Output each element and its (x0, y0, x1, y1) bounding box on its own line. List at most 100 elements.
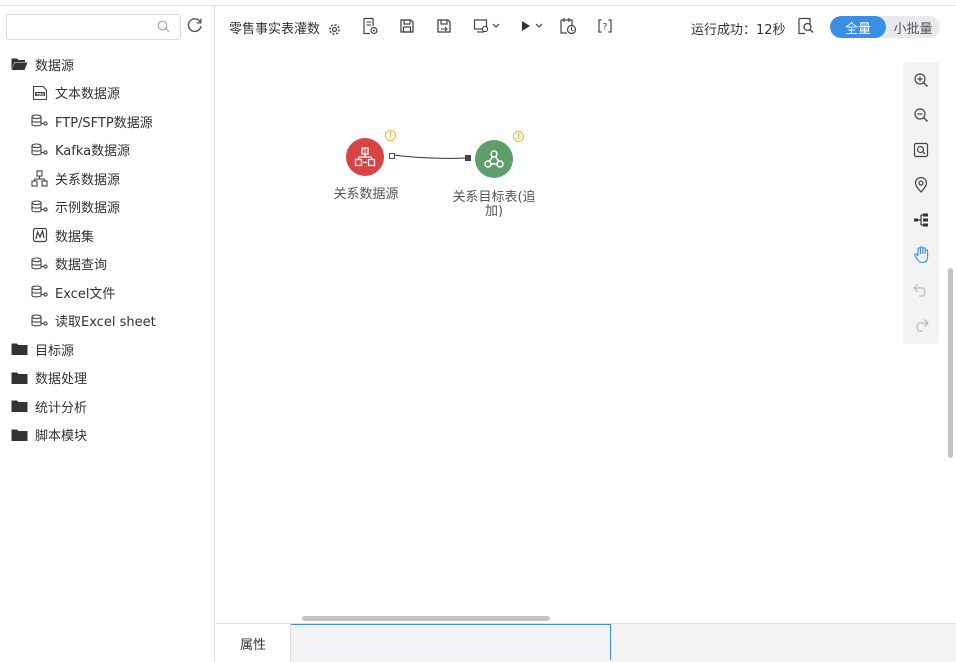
tree-item-dataset[interactable]: 数据集 (0, 221, 214, 250)
tree-item-ftp-source[interactable]: FTP/SFTP数据源 (0, 107, 214, 136)
node-relational-source[interactable]: S (346, 138, 384, 176)
database-link-icon (31, 198, 48, 215)
output-port[interactable] (389, 153, 395, 159)
edit-document-icon[interactable] (361, 17, 379, 35)
folder-icon (11, 341, 28, 358)
hand-icon (914, 245, 929, 263)
edge-layer (393, 154, 466, 159)
warning-icon[interactable]: ! (513, 131, 524, 142)
undo-icon (913, 283, 926, 297)
folder-open-icon (11, 56, 28, 73)
mode-full-option[interactable]: 全量 (830, 16, 886, 38)
tree-item-label: FTP/SFTP数据源 (55, 115, 153, 131)
folder-label: 目标源 (35, 343, 75, 359)
database-link-icon (31, 113, 48, 130)
fit-view-icon (913, 142, 929, 157)
input-port[interactable] (465, 155, 471, 161)
node-label: 关系目标表(追加) (452, 190, 536, 219)
run-status: 运行成功：12秒 (691, 23, 786, 38)
search-box[interactable] (6, 14, 181, 40)
tree-item-excel-file[interactable]: Excel文件 (0, 278, 214, 307)
tree-item-relational-source[interactable]: 关系数据源 (0, 164, 214, 193)
svg-text:?: ? (603, 23, 608, 33)
zoom-in-icon (914, 72, 928, 87)
relational-db-icon (31, 170, 48, 187)
save-as-icon[interactable] (436, 17, 452, 35)
tree-item-label: 读取Excel sheet (55, 315, 156, 331)
svg-text:TDS: TDS (35, 92, 43, 96)
folder-datasource[interactable]: 数据源 (0, 50, 214, 79)
fit-view-button[interactable] (903, 132, 939, 167)
horizontal-scrollbar[interactable] (302, 616, 550, 621)
target-hub-icon (484, 150, 504, 168)
flow-title: 零售事实表灌数 (229, 22, 321, 37)
bottom-panel: 属性 (216, 623, 956, 662)
relational-db-icon: S (354, 147, 376, 167)
redo-button[interactable] (903, 307, 939, 342)
tree-item-label: 示例数据源 (55, 201, 121, 217)
tree-item-excel-sheet[interactable]: 读取Excel sheet (0, 307, 214, 336)
tab-properties[interactable]: 属性 (216, 624, 291, 662)
zoom-out-icon (914, 107, 928, 122)
sidebar: 数据源 TDS 文本数据源 FTP/SFTP数据源 Kafka数据源 关系数据源 (0, 6, 215, 662)
folder-icon (11, 426, 28, 443)
location-pin-icon (914, 176, 928, 193)
database-link-icon (31, 255, 48, 272)
flow-canvas[interactable]: S ! 关系数据源 ! 关系目标表(追加) (216, 45, 956, 623)
redo-icon (916, 318, 929, 332)
folder-label: 数据处理 (35, 372, 88, 388)
zoom-in-button[interactable] (903, 62, 939, 97)
tds-file-icon: TDS (31, 84, 48, 101)
auto-layout-button[interactable] (903, 202, 939, 237)
tree-item-sample-source[interactable]: 示例数据源 (0, 193, 214, 222)
database-link-icon (31, 284, 48, 301)
search-input[interactable] (7, 15, 147, 39)
tree-layout-icon (914, 213, 928, 226)
component-tree: 数据源 TDS 文本数据源 FTP/SFTP数据源 Kafka数据源 关系数据源 (0, 50, 214, 449)
tree-item-kafka-source[interactable]: Kafka数据源 (0, 136, 214, 165)
locate-button[interactable] (903, 167, 939, 202)
canvas-tool-panel (903, 62, 939, 344)
folder-label: 数据源 (35, 58, 75, 74)
tree-item-label: 文本数据源 (55, 87, 121, 103)
warning-mark: ! (516, 131, 521, 141)
folder-script[interactable]: 脚本模块 (0, 421, 214, 450)
tree-item-label: Kafka数据源 (55, 144, 131, 160)
folder-icon (11, 369, 28, 386)
tree-item-text-source[interactable]: TDS 文本数据源 (0, 79, 214, 108)
log-search-icon[interactable] (797, 17, 815, 35)
tree-item-label: 数据集 (55, 229, 95, 245)
warning-mark: ! (388, 130, 393, 140)
vertical-scrollbar[interactable] (948, 268, 953, 458)
database-link-icon (31, 141, 48, 158)
mode-small-batch-option[interactable]: 小批量 (886, 16, 940, 38)
folder-statistics[interactable]: 统计分析 (0, 392, 214, 421)
save-icon[interactable] (399, 17, 415, 35)
pan-hand-button[interactable] (903, 237, 939, 272)
folder-processing[interactable]: 数据处理 (0, 364, 214, 393)
tab-indicator-line (291, 624, 611, 625)
warning-icon[interactable]: ! (385, 130, 396, 141)
zoom-out-button[interactable] (903, 97, 939, 132)
schedule-icon[interactable] (559, 17, 577, 35)
tree-item-data-query[interactable]: 数据查询 (0, 250, 214, 279)
deploy-dropdown-button[interactable] (473, 17, 503, 35)
tree-item-label: 关系数据源 (55, 172, 121, 188)
run-dropdown-button[interactable] (519, 17, 547, 35)
folder-label: 统计分析 (35, 400, 88, 416)
settings-gear-icon[interactable] (328, 20, 341, 38)
database-link-icon (31, 312, 48, 329)
node-relational-target[interactable] (475, 140, 513, 178)
undo-button[interactable] (903, 272, 939, 307)
help-icon[interactable]: ? (597, 17, 613, 35)
tree-item-label: Excel文件 (55, 286, 116, 302)
refresh-icon[interactable] (186, 16, 204, 38)
toolbar: 零售事实表灌数 ? 运行成功：12秒 全量 小批量 (216, 7, 956, 45)
tree-item-label: 数据查询 (55, 258, 108, 274)
folder-target[interactable]: 目标源 (0, 335, 214, 364)
folder-label: 脚本模块 (35, 429, 88, 445)
search-icon[interactable] (157, 20, 170, 37)
run-mode-toggle[interactable]: 全量 小批量 (830, 16, 940, 38)
flow-edge[interactable] (393, 154, 466, 159)
tab-separator (610, 624, 611, 660)
